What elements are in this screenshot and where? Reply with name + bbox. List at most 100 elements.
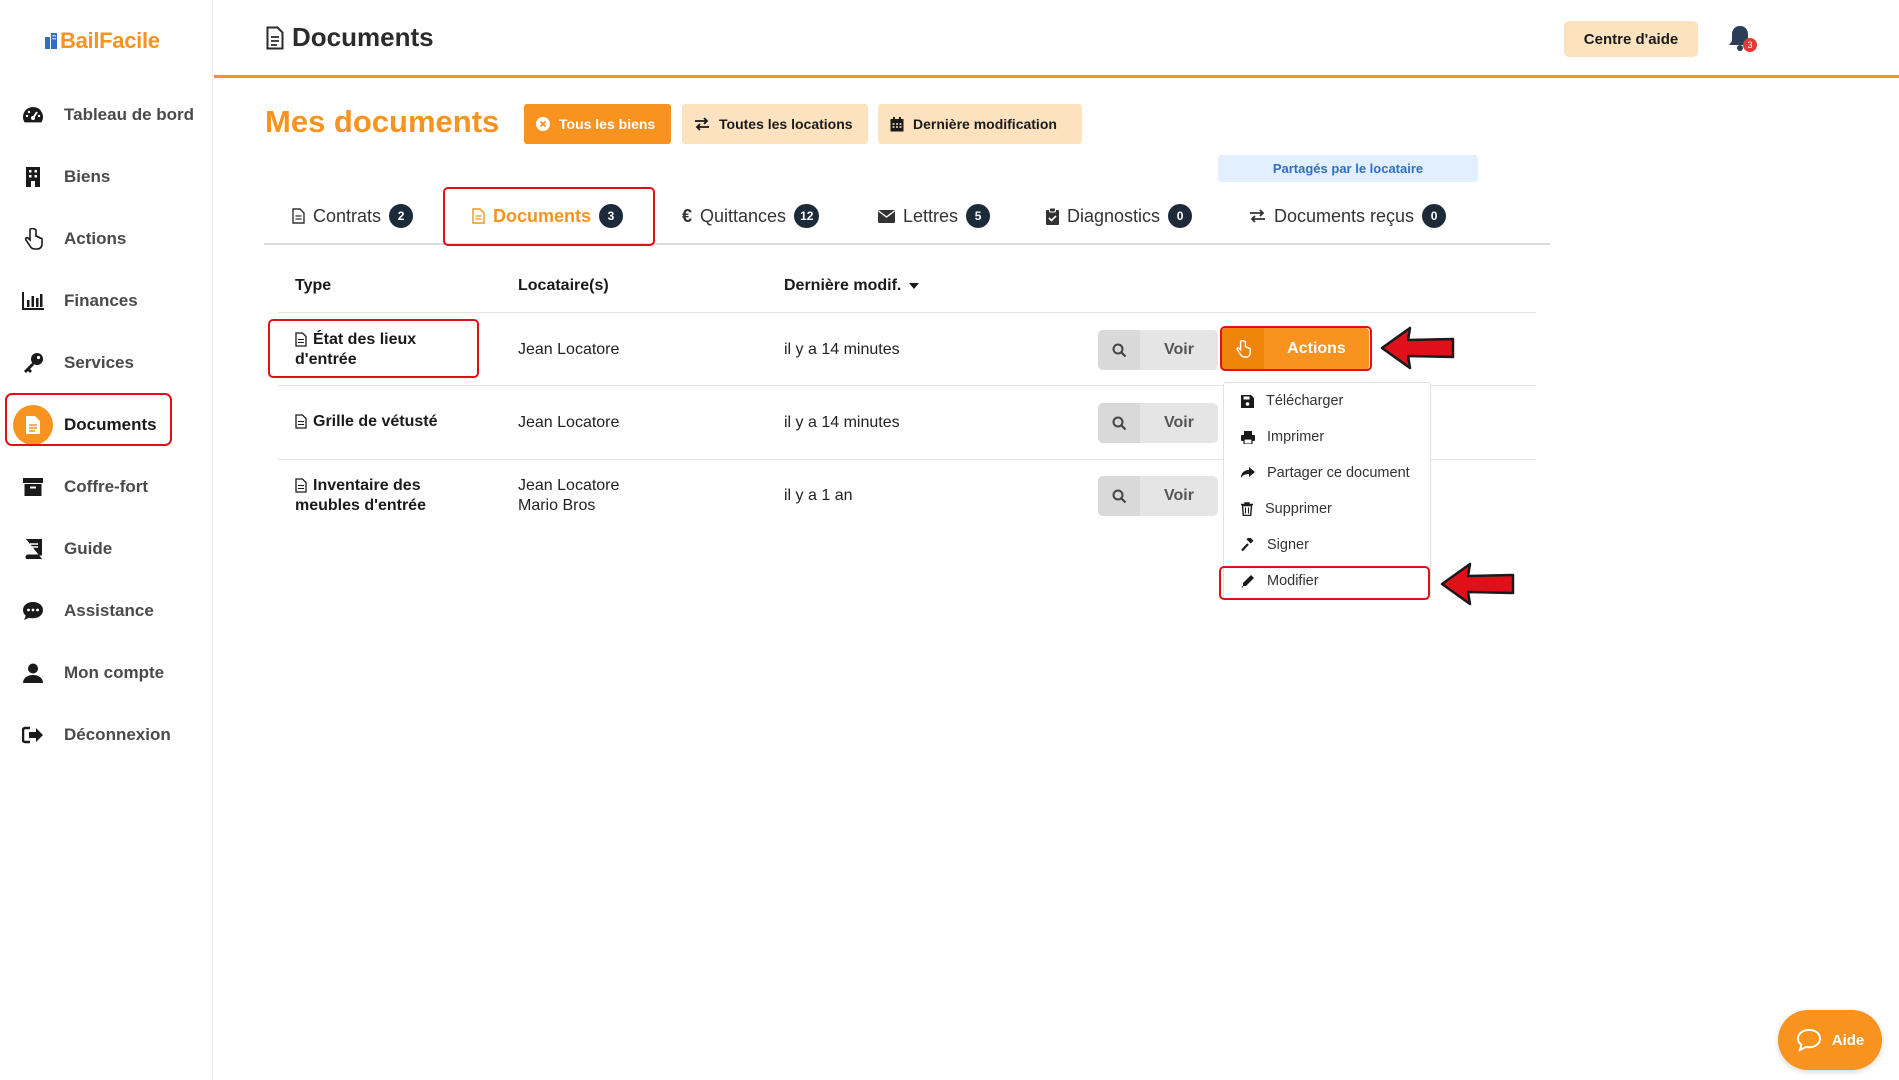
filter-label: Tous les biens bbox=[559, 116, 656, 132]
sort-caret-down-icon bbox=[909, 283, 920, 289]
building-logo-icon bbox=[45, 33, 57, 49]
sidebar-item-coffre-fort[interactable]: Coffre-fort bbox=[0, 462, 213, 512]
shared-by-tenant-tag[interactable]: Partagés par le locataire bbox=[1218, 155, 1478, 182]
menu-item-modifier-highlight bbox=[1219, 566, 1430, 600]
column-header-type[interactable]: Type bbox=[295, 277, 331, 295]
tab-contrats[interactable]: Contrats 2 bbox=[292, 187, 414, 245]
filter-label: Dernière modification bbox=[913, 116, 1057, 132]
document-type-line: Grille de vétusté bbox=[313, 413, 438, 430]
exchange-icon bbox=[695, 117, 709, 131]
tenant-cell: Jean Locatore bbox=[518, 477, 620, 494]
actions-button-highlight bbox=[1220, 326, 1372, 371]
sidebar-item-label: Déconnexion bbox=[64, 725, 171, 744]
chat-bubble-icon bbox=[21, 599, 45, 623]
column-header-last-modified[interactable]: Dernière modif. bbox=[784, 277, 920, 295]
tab-count-badge: 0 bbox=[1168, 204, 1193, 228]
tab-label: Contrats bbox=[313, 205, 382, 226]
menu-item-signer[interactable]: Signer bbox=[1224, 527, 1432, 563]
sidebar-item-label: Mon compte bbox=[64, 663, 165, 682]
app-logo[interactable]: BailFacile bbox=[44, 28, 160, 54]
menu-item-supprimer[interactable]: Supprimer bbox=[1224, 491, 1432, 527]
column-header-tenants[interactable]: Locataire(s) bbox=[518, 277, 609, 295]
logo-text: BailFacile bbox=[60, 28, 160, 53]
tab-lettres[interactable]: Lettres 5 bbox=[878, 187, 991, 245]
share-icon bbox=[1241, 467, 1255, 478]
search-icon bbox=[1098, 330, 1140, 370]
document-icon bbox=[295, 414, 307, 429]
print-icon bbox=[1241, 430, 1255, 444]
tab-documents-highlight bbox=[443, 187, 655, 246]
view-document-button[interactable]: Voir bbox=[1098, 330, 1218, 370]
sidebar-item-label: Coffre-fort bbox=[64, 477, 149, 496]
annotation-arrow-icon bbox=[1380, 326, 1455, 370]
sidebar-item-assistance[interactable]: Assistance bbox=[0, 586, 213, 636]
menu-item-label: Signer bbox=[1267, 537, 1309, 553]
document-type-cell[interactable]: Grille de vétusté bbox=[295, 412, 438, 432]
menu-item-label: Partager ce document bbox=[1267, 465, 1410, 481]
save-icon bbox=[1241, 394, 1254, 408]
envelope-icon bbox=[878, 209, 895, 223]
sidebar-item-deconnexion[interactable]: Déconnexion bbox=[0, 710, 213, 760]
floating-help-button[interactable]: Aide bbox=[1778, 1010, 1882, 1070]
hand-pointer-icon bbox=[21, 227, 45, 251]
clipboard-check-icon bbox=[1046, 207, 1059, 225]
modified-cell: il y a 14 minutes bbox=[784, 341, 900, 358]
sidebar-item-label: Guide bbox=[64, 539, 113, 558]
sidebar-item-label: Assistance bbox=[64, 601, 154, 620]
document-icon bbox=[295, 478, 307, 493]
sidebar-item-biens[interactable]: Biens bbox=[0, 152, 213, 202]
tab-label: Quittances bbox=[700, 205, 787, 226]
filter-all-rentals-button[interactable]: Toutes les locations bbox=[682, 104, 868, 144]
tab-count-badge: 12 bbox=[794, 204, 820, 228]
document-icon bbox=[266, 26, 284, 49]
tab-label: Diagnostics bbox=[1067, 205, 1161, 226]
key-icon bbox=[21, 351, 45, 375]
notification-count-badge: 3 bbox=[1743, 38, 1757, 52]
sidebar-item-services[interactable]: Services bbox=[0, 338, 213, 388]
tenant-cell: Jean Locatore bbox=[518, 414, 620, 431]
sidebar-item-guide[interactable]: Guide bbox=[0, 524, 213, 574]
tab-count-badge: 5 bbox=[966, 204, 991, 228]
sidebar-item-label: Services bbox=[64, 353, 134, 372]
exchange-icon bbox=[1250, 209, 1265, 223]
sidebar-documents-highlight bbox=[5, 393, 172, 446]
menu-item-label: Télécharger bbox=[1266, 393, 1344, 409]
tab-diagnostics[interactable]: Diagnostics 0 bbox=[1046, 187, 1193, 245]
menu-item-imprimer[interactable]: Imprimer bbox=[1224, 419, 1432, 455]
euro-icon: € bbox=[682, 205, 693, 226]
document-type-cell[interactable]: Inventaire des bbox=[295, 476, 421, 496]
trash-icon bbox=[1241, 502, 1253, 516]
gavel-icon bbox=[1241, 538, 1254, 552]
filter-last-modified-button[interactable]: Dernière modification bbox=[878, 104, 1082, 144]
sidebar-item-finances[interactable]: Finances bbox=[0, 276, 213, 326]
sidebar-item-actions[interactable]: Actions bbox=[0, 214, 213, 264]
menu-item-label: Imprimer bbox=[1267, 429, 1325, 445]
view-button-label: Voir bbox=[1164, 487, 1194, 504]
tab-quittances[interactable]: € Quittances 12 bbox=[682, 187, 820, 245]
floating-help-label: Aide bbox=[1831, 1031, 1865, 1049]
view-button-label: Voir bbox=[1164, 414, 1194, 431]
chart-bar-icon bbox=[21, 289, 45, 313]
menu-item-telecharger[interactable]: Télécharger bbox=[1224, 383, 1432, 419]
page-title: Mes documents bbox=[265, 104, 500, 139]
document-type-line-2: meubles d'entrée bbox=[295, 497, 426, 514]
calendar-icon bbox=[890, 116, 904, 131]
sidebar: BailFacile Tableau de bord Biens Actions… bbox=[0, 0, 213, 1080]
view-document-button[interactable]: Voir bbox=[1098, 403, 1218, 443]
tab-documents-recus[interactable]: Documents reçus 0 bbox=[1249, 187, 1447, 245]
row-type-highlight bbox=[268, 319, 479, 378]
menu-item-label: Supprimer bbox=[1265, 501, 1332, 517]
filter-all-properties-button[interactable]: Tous les biens bbox=[524, 104, 671, 144]
view-document-button[interactable]: Voir bbox=[1098, 476, 1218, 516]
tab-count-badge: 2 bbox=[389, 204, 414, 228]
menu-item-partager[interactable]: Partager ce document bbox=[1224, 455, 1432, 491]
top-header: Documents Centre d'aide 3 bbox=[214, 0, 1899, 78]
sidebar-item-mon-compte[interactable]: Mon compte bbox=[0, 648, 213, 698]
notifications-button[interactable]: 3 bbox=[1727, 24, 1757, 54]
modified-cell: il y a 1 an bbox=[784, 487, 853, 504]
building-icon bbox=[21, 165, 45, 189]
gauge-icon bbox=[21, 103, 45, 127]
sidebar-item-tableau-de-bord[interactable]: Tableau de bord bbox=[0, 90, 213, 140]
help-center-button[interactable]: Centre d'aide bbox=[1564, 21, 1698, 57]
modified-cell: il y a 14 minutes bbox=[784, 414, 900, 431]
